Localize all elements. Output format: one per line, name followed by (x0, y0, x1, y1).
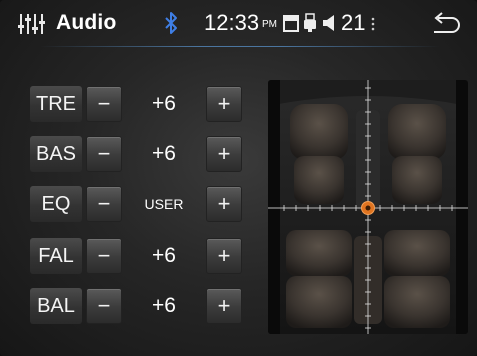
status-bar-divider (40, 46, 440, 47)
bass-decrease-button[interactable]: − (86, 136, 122, 172)
eq-value: USER (144, 196, 184, 212)
rear-left-seat (286, 230, 352, 328)
treble-value: +6 (152, 92, 176, 115)
fader-label: FAL (30, 238, 82, 274)
equalizer-icon[interactable] (18, 13, 48, 35)
eq-next-button[interactable]: + (206, 186, 242, 222)
treble-increase-button[interactable]: + (206, 86, 242, 122)
eq-row: EQ − USER + (30, 186, 242, 222)
fader-increase-button[interactable]: + (206, 238, 242, 274)
more-icon (371, 17, 375, 31)
car-cabin-diagram (268, 80, 468, 334)
sd-card-icon (283, 15, 299, 32)
fader-balance-pad[interactable] (268, 80, 468, 334)
front-right-seat (388, 104, 446, 204)
bluetooth-icon (165, 12, 177, 34)
balance-value: +6 (152, 294, 176, 317)
bass-value: +6 (152, 142, 176, 165)
fader-decrease-button[interactable]: − (86, 238, 122, 274)
audio-screen: Audio 12:33 PM 21 TRE − +6 + BAS − +6 + … (0, 0, 477, 356)
eq-label: EQ (30, 186, 82, 222)
clock-ampm: PM (262, 19, 277, 30)
status-bar: Audio 12:33 PM 21 (0, 0, 477, 48)
balance-label: BAL (30, 288, 82, 324)
eq-previous-button[interactable]: − (86, 186, 122, 222)
page-title: Audio (56, 11, 117, 34)
bass-row: BAS − +6 + (30, 136, 242, 172)
fader-row: FAL − +6 + (30, 238, 242, 274)
balance-decrease-button[interactable]: − (86, 288, 122, 324)
speaker-icon (323, 15, 334, 31)
fader-value: +6 (152, 244, 176, 267)
clock-time: 12:33 (204, 10, 260, 35)
bass-label: BAS (30, 136, 82, 172)
fader-balance-cursor[interactable] (361, 201, 375, 215)
treble-row: TRE − +6 + (30, 86, 242, 122)
rear-right-seat (384, 230, 450, 328)
balance-increase-button[interactable]: + (206, 288, 242, 324)
treble-label: TRE (30, 86, 82, 122)
balance-row: BAL − +6 + (30, 288, 242, 324)
volume-level: 21 (341, 10, 366, 35)
treble-decrease-button[interactable]: − (86, 86, 122, 122)
bass-increase-button[interactable]: + (206, 136, 242, 172)
usb-icon (304, 13, 316, 32)
back-icon[interactable] (428, 12, 462, 36)
front-left-seat (290, 104, 348, 204)
